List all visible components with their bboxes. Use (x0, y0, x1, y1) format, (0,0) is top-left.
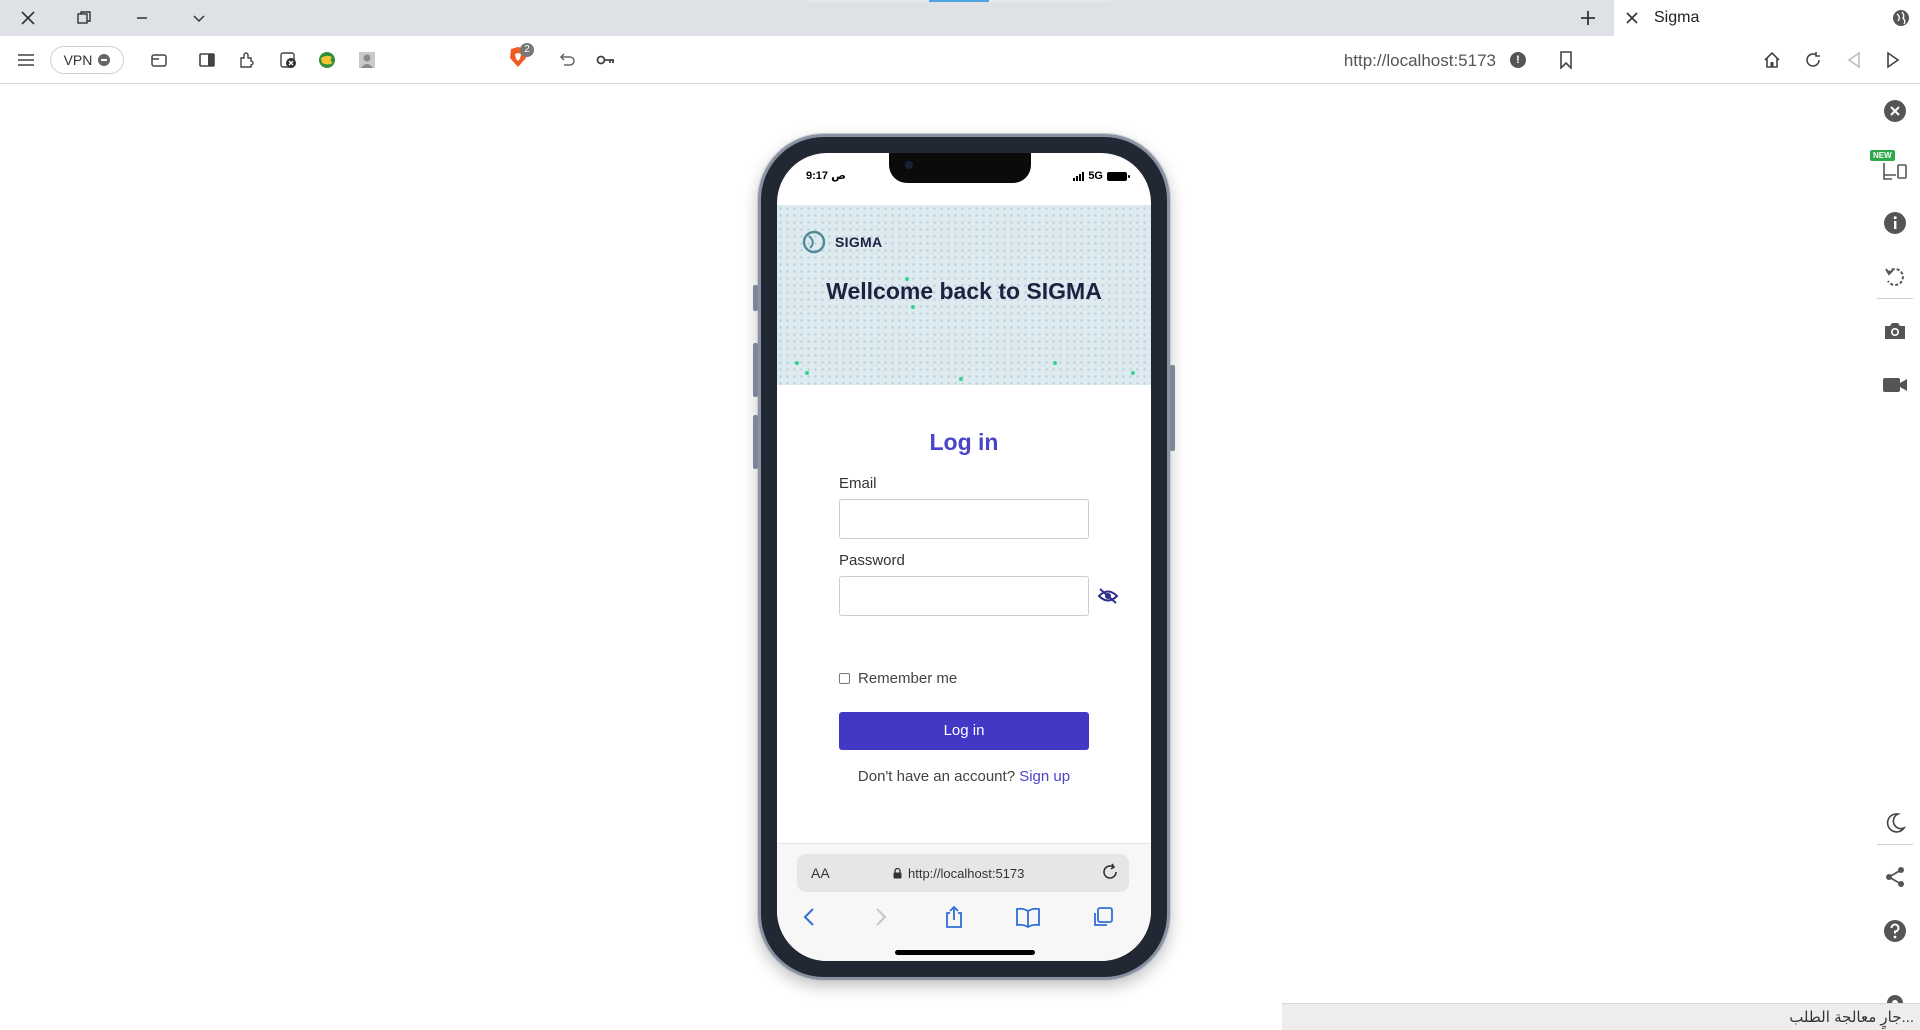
remember-me[interactable]: Remember me (839, 670, 957, 687)
phone-silent-switch (753, 285, 758, 311)
remember-me-checkbox[interactable] (839, 673, 850, 684)
sparkle-dot (1053, 361, 1057, 365)
camera-icon[interactable] (1882, 318, 1908, 344)
phone-frame: SIGMA Wellcome back to SIGMA 9:17 ص 5G L… (753, 134, 1175, 980)
globe-icon (1892, 9, 1910, 32)
lock-icon (893, 868, 902, 879)
sigma-logo[interactable]: SIGMA (801, 229, 882, 255)
shield-count-badge: 2 (520, 43, 534, 57)
device-toolbar: NEW (1870, 84, 1920, 1030)
restore-icon[interactable] (70, 4, 98, 32)
no-account-text: Don't have an account? (857, 768, 1016, 785)
phone-power-button (1170, 365, 1175, 451)
address-bar[interactable]: http://localhost:5173 ! (498, 42, 1538, 78)
welcome-heading: Wellcome back to SIGMA (826, 278, 1102, 304)
signal-icon (1073, 171, 1085, 181)
signup-prompt: Don't have an account? Sign up (777, 768, 1151, 785)
sigma-logo-icon (802, 230, 826, 254)
extension-globe-icon[interactable] (315, 48, 339, 72)
password-field[interactable] (839, 576, 1089, 616)
responsive-icon[interactable] (1882, 156, 1908, 182)
network-label: 5G (1088, 170, 1103, 182)
safari-bottom-bar: AA http://localhost:5173 (777, 843, 1151, 961)
phone-status-bar: 9:17 ص 5G (777, 167, 1151, 187)
tab-sigma[interactable]: Sigma (1614, 0, 1920, 36)
forward-icon[interactable] (1881, 48, 1905, 72)
safari-tabs-icon[interactable] (1090, 904, 1116, 930)
home-icon[interactable] (1760, 48, 1784, 72)
phone-time: 9:17 ص (806, 170, 846, 182)
chevron-down-icon[interactable] (185, 4, 213, 32)
site-info-icon[interactable]: ! (1510, 52, 1526, 68)
email-field[interactable] (839, 499, 1089, 539)
sidebar-icon[interactable] (195, 48, 219, 72)
toggle-password-visibility-icon[interactable] (1097, 585, 1119, 607)
undo-icon[interactable] (555, 48, 579, 72)
bookmark-icon[interactable] (1554, 48, 1578, 72)
safari-bookmarks-icon[interactable] (1015, 904, 1041, 930)
title-bar: Sigma (0, 0, 1920, 36)
close-tab-icon[interactable] (1624, 10, 1640, 26)
signup-link[interactable]: Sign up (1019, 768, 1070, 785)
logo-text: SIGMA (835, 234, 883, 250)
battery-icon (1107, 171, 1130, 181)
vpn-status-icon (98, 54, 111, 66)
tab-title: Sigma (1654, 9, 1700, 26)
status-bar: جارٍ معالجة الطلب... (1282, 1003, 1920, 1030)
moon-icon[interactable] (1882, 810, 1908, 836)
minimize-icon[interactable] (128, 4, 156, 32)
panel-divider (1877, 844, 1913, 845)
sparkle-dot (805, 371, 809, 375)
phone-screen: SIGMA Wellcome back to SIGMA 9:17 ص 5G L… (777, 153, 1151, 961)
vpn-button[interactable]: VPN (50, 46, 124, 74)
safari-share-icon[interactable] (941, 904, 967, 930)
email-label: Email (839, 475, 877, 492)
safari-back-icon[interactable] (796, 904, 822, 930)
share-icon[interactable] (1882, 864, 1908, 890)
login-title: Log in (929, 429, 999, 455)
browser-toolbar: VPN http://localhost:5173 ! 2 (0, 36, 1920, 84)
safari-url: http://localhost:5173 (908, 866, 1025, 881)
info-icon[interactable] (1882, 210, 1908, 236)
sparkle-dot (795, 361, 799, 365)
help-icon[interactable] (1882, 918, 1908, 944)
tabs-icon[interactable] (147, 48, 171, 72)
video-icon[interactable] (1882, 372, 1908, 398)
panel-divider (1877, 298, 1913, 299)
reader-aa-button[interactable]: AA (811, 865, 830, 881)
safari-forward-icon[interactable] (868, 904, 894, 930)
status-text: جارٍ معالجة الطلب... (1789, 1009, 1914, 1026)
safari-nav-row (777, 898, 1151, 938)
new-tab-icon[interactable] (1574, 4, 1602, 32)
safari-reload-icon[interactable] (1101, 863, 1119, 884)
back-icon[interactable] (1842, 48, 1866, 72)
close-icon[interactable] (1882, 98, 1908, 124)
extension-blocker-icon[interactable] (276, 48, 300, 72)
login-button[interactable]: Log in (839, 712, 1089, 750)
close-window-icon[interactable] (14, 4, 42, 32)
menu-icon[interactable] (14, 48, 38, 72)
key-icon[interactable] (594, 48, 618, 72)
reload-icon[interactable] (1801, 48, 1825, 72)
phone-volume-up (753, 343, 758, 397)
password-label: Password (839, 552, 905, 569)
extension-avatar-icon[interactable] (355, 48, 379, 72)
sparkle-dot (1131, 371, 1135, 375)
vpn-label: VPN (63, 52, 93, 68)
address-url: http://localhost:5173 (1343, 51, 1496, 70)
sparkle-dot (911, 305, 915, 309)
remember-me-label: Remember me (858, 670, 958, 687)
sparkle-dot (959, 377, 963, 381)
extensions-icon[interactable] (235, 48, 259, 72)
safari-address-bar[interactable]: AA http://localhost:5173 (797, 854, 1129, 892)
phone-volume-down (753, 415, 758, 469)
tab-strip-highlight (929, 0, 989, 2)
rotate-icon[interactable] (1882, 264, 1908, 290)
home-indicator (895, 950, 1035, 955)
hero-banner: SIGMA Wellcome back to SIGMA (777, 205, 1151, 385)
